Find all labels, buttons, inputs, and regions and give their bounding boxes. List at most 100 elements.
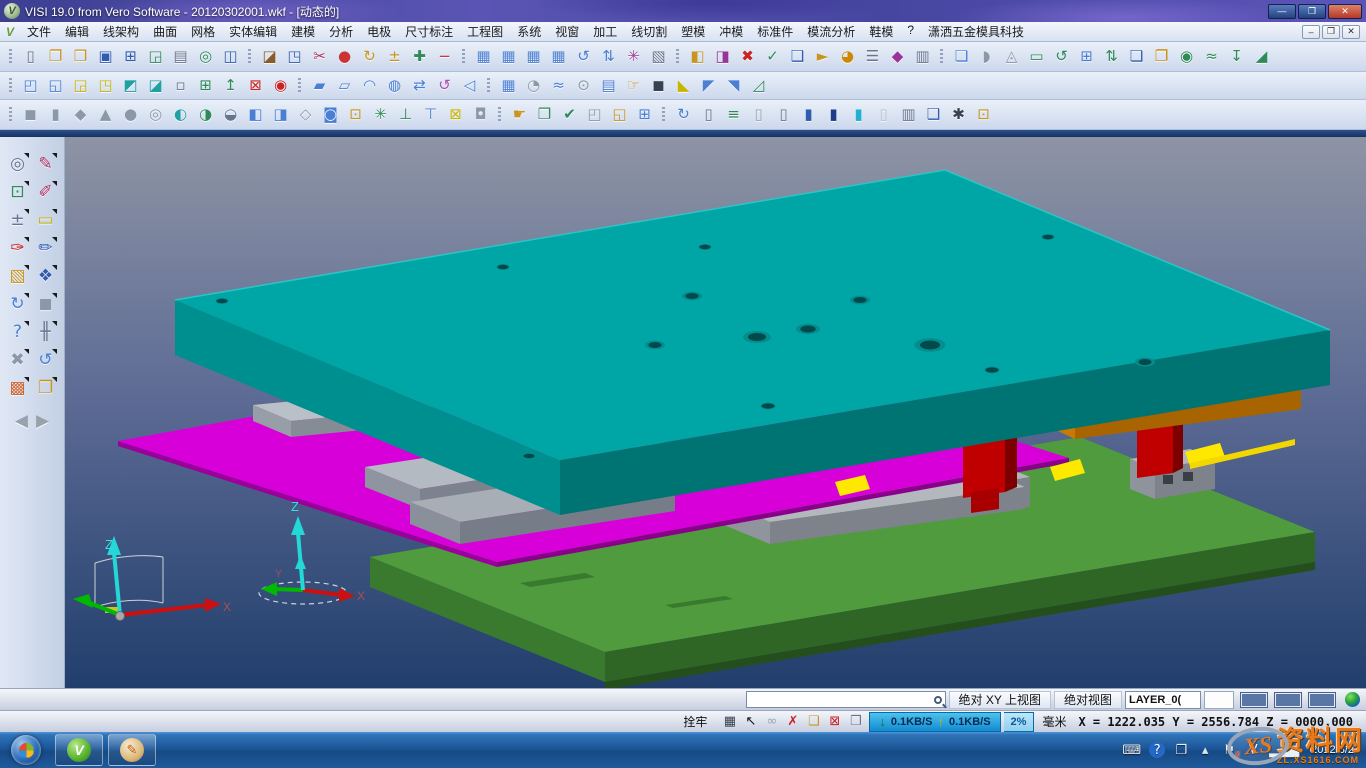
flow-cylinder[interactable]: ≡ (721, 103, 746, 127)
help-query[interactable]: ? (4, 319, 31, 345)
system[interactable]: 系统 (510, 21, 548, 42)
view-rotate[interactable]: ↺ (571, 45, 596, 69)
page-alt-icon[interactable]: ❒ (845, 714, 866, 729)
pan-cube[interactable]: ◱ (43, 74, 68, 98)
history-back-button[interactable]: ◀ (15, 411, 28, 431)
mold[interactable]: 塑模 (674, 21, 712, 42)
solid-box[interactable]: ◼ (32, 291, 59, 317)
save[interactable]: ▣ (93, 45, 118, 69)
taskbar-visi-button[interactable]: V (55, 734, 103, 766)
mesh-grid[interactable]: ▦ (496, 74, 521, 98)
delete-red-icon[interactable]: ✗ (782, 714, 803, 729)
mdi-close-button[interactable]: ✕ (1342, 25, 1360, 39)
page-icon[interactable]: ❑ (803, 714, 824, 729)
plane-axis[interactable]: ◿ (746, 74, 771, 98)
cyan-cylinder[interactable]: ▮ (846, 103, 871, 127)
maximize-button[interactable]: ❐ (1298, 4, 1326, 19)
redraw-view[interactable]: ◳ (282, 45, 307, 69)
dark-cylinder[interactable]: ▮ (821, 103, 846, 127)
lift-face[interactable]: ↥ (218, 74, 243, 98)
plane-tilt[interactable]: ▱ (332, 74, 357, 98)
start-button[interactable] (11, 735, 41, 765)
import-file[interactable]: ❒ (68, 45, 93, 69)
machining[interactable]: 加工 (586, 21, 624, 42)
globe-icon[interactable] (1345, 692, 1360, 707)
grid-snap-icon[interactable]: ▦ (719, 714, 740, 729)
tray-box[interactable]: ⊡ (343, 103, 368, 127)
shaded-render[interactable]: ◕ (835, 45, 860, 69)
level-surface[interactable]: ≈ (1199, 45, 1224, 69)
print-preview[interactable]: ◎ (193, 45, 218, 69)
edit[interactable]: 编辑 (58, 21, 96, 42)
search-input[interactable] (747, 692, 934, 707)
link-solids[interactable]: ⊞ (1074, 45, 1099, 69)
arch-block[interactable]: ◘ (468, 103, 493, 127)
rotate-solid[interactable]: ↺ (1049, 45, 1074, 69)
layer-page[interactable]: ❑ (785, 45, 810, 69)
close-button[interactable]: ✕ (1328, 4, 1362, 19)
link-chain[interactable]: ⊙ (571, 74, 596, 98)
chain-link-icon[interactable]: ∞ (761, 714, 782, 729)
help-icon[interactable]: ? (1149, 742, 1165, 758)
paste[interactable]: ❐ (1149, 45, 1174, 69)
network-icon[interactable]: ▂▄▆ (1269, 742, 1299, 758)
view-front[interactable]: ▦ (496, 45, 521, 69)
cone-solid[interactable]: ▲ (93, 103, 118, 127)
die[interactable]: 冲模 (712, 21, 750, 42)
move-boxes[interactable]: ❒ (532, 103, 557, 127)
view-top[interactable]: ▦ (471, 45, 496, 69)
export[interactable]: ◲ (143, 45, 168, 69)
toggle-visibility[interactable]: ± (382, 45, 407, 69)
align-solids[interactable]: ⇅ (1099, 45, 1124, 69)
clear-screen[interactable]: ◪ (257, 45, 282, 69)
num-cube[interactable]: ◱ (607, 103, 632, 127)
layer-visible[interactable]: ✓ (760, 45, 785, 69)
plane-flat[interactable]: ▰ (307, 74, 332, 98)
zoom-cube[interactable]: ◲ (68, 74, 93, 98)
select-cube[interactable]: ◪ (143, 74, 168, 98)
layer-color-swatch[interactable] (1309, 693, 1335, 707)
post-top[interactable]: ⊥ (393, 103, 418, 127)
cap-box[interactable]: ⊠ (443, 103, 468, 127)
config-tools[interactable]: ✱ (946, 103, 971, 127)
view-iso[interactable]: ▦ (546, 45, 571, 69)
add-cube[interactable]: ⊞ (193, 74, 218, 98)
material-grid[interactable]: ▩ (4, 375, 31, 401)
frame-select[interactable]: ⊡ (4, 179, 31, 205)
open-file[interactable]: ❐ (43, 45, 68, 69)
delete-face[interactable]: ⊠ (243, 74, 268, 98)
delete-trash[interactable]: ✖ (4, 347, 31, 373)
curve-pencil[interactable]: ✐ (32, 179, 59, 205)
probe-tool[interactable]: ✑ (4, 235, 31, 261)
block-edge[interactable]: ◧ (243, 103, 268, 127)
analysis[interactable]: 分析 (322, 21, 360, 42)
vector-flag[interactable]: ◁ (457, 74, 482, 98)
standard-parts[interactable]: 标准件 (750, 21, 800, 42)
inspect[interactable]: ◉ (1174, 45, 1199, 69)
windows-stack-icon[interactable]: ❐ (1173, 742, 1189, 758)
active-layer-field[interactable]: LAYER_0( (1125, 691, 1201, 709)
refresh-visibility[interactable]: ↻ (357, 45, 382, 69)
layer-aux-field[interactable] (1204, 691, 1234, 709)
lid-box[interactable]: ◙ (318, 103, 343, 127)
solid-cylinder[interactable]: ▮ (796, 103, 821, 127)
layer-stack[interactable]: ☰ (860, 45, 885, 69)
solid-display[interactable]: ◆ (885, 45, 910, 69)
absolute-xy-view-button[interactable]: 绝对 XY 上视图 (949, 691, 1051, 709)
edit-pencil[interactable]: ✎ (32, 151, 59, 177)
help[interactable]: ? (900, 21, 921, 42)
layer-delete[interactable]: ✖ (735, 45, 760, 69)
camera-view[interactable]: ▭ (1024, 45, 1049, 69)
nav-cube[interactable]: ◼ (646, 74, 671, 98)
half-view[interactable]: ◗ (974, 45, 999, 69)
zoom-adjust[interactable]: ± (4, 207, 31, 233)
outline-cylinder[interactable]: ▯ (771, 103, 796, 127)
print[interactable]: ▤ (168, 45, 193, 69)
refresh-view[interactable]: ↻ (4, 291, 31, 317)
mdi-restore-button[interactable]: ❐ (1322, 25, 1340, 39)
sketch-pencil[interactable]: ✏ (32, 235, 59, 261)
command-search-box[interactable] (746, 691, 946, 708)
select-region[interactable]: ⊡ (971, 103, 996, 127)
file[interactable]: 文件 (20, 21, 58, 42)
sphere-join[interactable]: ◑ (193, 103, 218, 127)
